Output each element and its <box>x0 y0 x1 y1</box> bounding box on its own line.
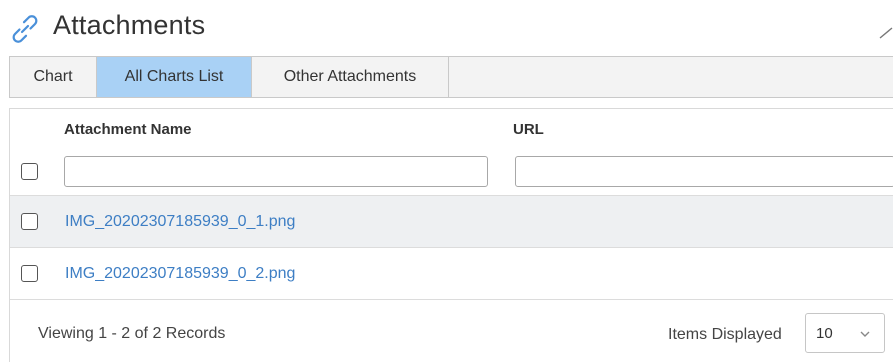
items-displayed-value: 10 <box>816 325 833 342</box>
column-header-url[interactable]: URL <box>513 121 544 138</box>
grid-footer: Viewing 1 - 2 of 2 Records Items Display… <box>10 299 893 362</box>
collapse-icon[interactable] <box>878 22 893 42</box>
chevron-down-icon <box>860 331 870 337</box>
table-row: IMG_20202307185939_0_1.png <box>10 195 893 247</box>
column-header-attachment-name[interactable]: Attachment Name <box>64 121 192 138</box>
tab-other-attachments[interactable]: Other Attachments <box>252 57 449 97</box>
attachments-grid: Attachment Name URL IMG_20202307185939_0… <box>9 108 893 362</box>
select-all-checkbox[interactable] <box>21 163 38 180</box>
page-header: Attachments <box>0 0 893 56</box>
tab-chart[interactable]: Chart <box>10 57 97 97</box>
row-checkbox[interactable] <box>21 213 38 230</box>
items-displayed-label: Items Displayed <box>668 326 782 343</box>
table-row: IMG_20202307185939_0_2.png <box>10 247 893 299</box>
attachment-name-filter-input[interactable] <box>64 156 488 187</box>
url-filter-input[interactable] <box>515 156 893 187</box>
tab-bar: Chart All Charts List Other Attachments <box>9 56 893 98</box>
link-icon <box>12 15 38 43</box>
row-checkbox[interactable] <box>21 265 38 282</box>
attachment-link[interactable]: IMG_20202307185939_0_1.png <box>65 213 295 231</box>
page-title: Attachments <box>53 10 206 40</box>
attachment-link[interactable]: IMG_20202307185939_0_2.png <box>65 265 295 283</box>
records-count: Viewing 1 - 2 of 2 Records <box>38 325 226 342</box>
tab-all-charts-list[interactable]: All Charts List <box>97 57 252 97</box>
items-displayed-select[interactable]: 10 <box>805 313 885 353</box>
